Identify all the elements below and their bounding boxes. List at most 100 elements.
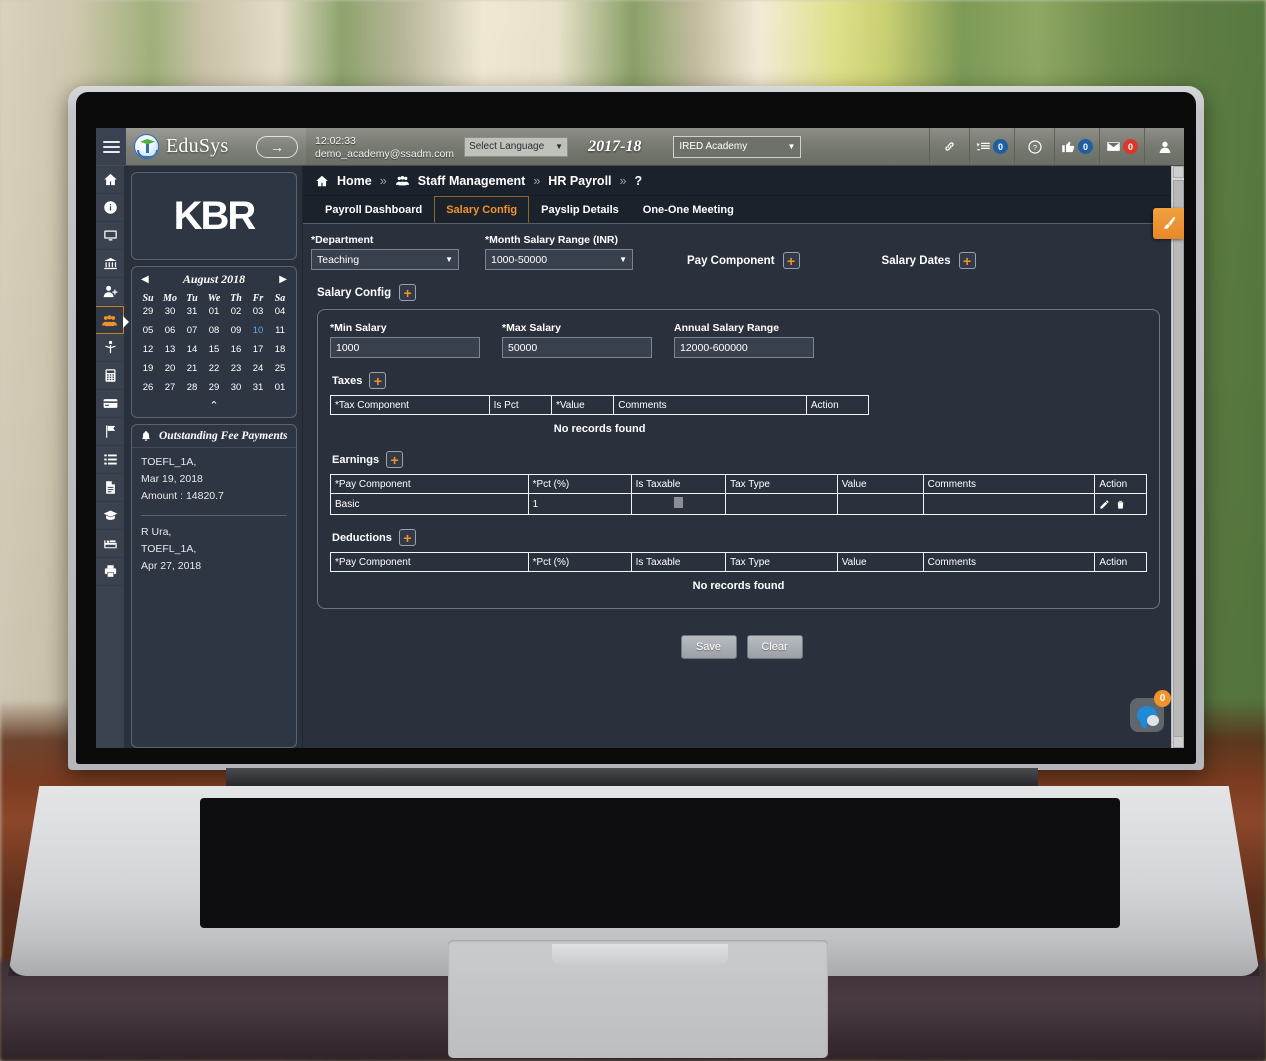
add-earning-button[interactable]: + <box>386 451 403 468</box>
calendar-day[interactable]: 17 <box>247 344 269 355</box>
sidebar-item-monitor[interactable] <box>96 222 124 250</box>
calendar-day[interactable]: 27 <box>159 382 181 393</box>
calendar-day[interactable]: 24 <box>247 363 269 374</box>
thumbs-up-icon-button[interactable]: 0 <box>1054 128 1099 165</box>
calendar-next-button[interactable]: ▶ <box>279 274 287 285</box>
month-salary-range-value: 1000-50000 <box>491 254 619 266</box>
min-salary-input[interactable] <box>330 337 480 358</box>
calendar-day[interactable]: 09 <box>225 325 247 336</box>
calendar-day[interactable]: 20 <box>159 363 181 374</box>
department-select[interactable]: Teaching ▼ <box>311 249 459 270</box>
calendar-day[interactable]: 25 <box>269 363 291 374</box>
save-button[interactable]: Save <box>681 635 737 659</box>
menu-toggle-button[interactable] <box>96 128 126 165</box>
envelope-icon-button[interactable]: 0 <box>1099 128 1144 165</box>
institution-select[interactable]: IRED Academy ▼ <box>673 136 801 158</box>
sidebar-item-list[interactable] <box>96 446 124 474</box>
calendar-day[interactable]: 30 <box>159 306 181 317</box>
tab-payslip-details[interactable]: Payslip Details <box>529 196 631 223</box>
calendar-day[interactable]: 07 <box>181 325 203 336</box>
tab-salary-config[interactable]: Salary Config <box>434 196 529 223</box>
help-icon-button[interactable]: ? <box>1014 128 1054 165</box>
sidebar-item-flag[interactable] <box>96 418 124 446</box>
calendar-day[interactable]: 31 <box>181 306 203 317</box>
table-row[interactable]: Basic1 <box>331 494 1147 515</box>
chat-button[interactable]: 0 <box>1130 698 1164 732</box>
calendar-day[interactable]: 26 <box>137 382 159 393</box>
link-icon-button[interactable] <box>929 128 969 165</box>
calendar-day[interactable]: 29 <box>137 306 159 317</box>
calendar-day[interactable]: 16 <box>225 344 247 355</box>
calendar-day[interactable]: 08 <box>203 325 225 336</box>
checkbox-icon[interactable] <box>674 497 683 508</box>
sidebar-item-info[interactable] <box>96 194 124 222</box>
calendar-day[interactable]: 15 <box>203 344 225 355</box>
add-deduction-button[interactable]: + <box>399 529 416 546</box>
calendar-day[interactable]: 02 <box>225 306 247 317</box>
add-salary-dates-button[interactable]: + <box>959 252 976 269</box>
breadcrumb-help[interactable]: ? <box>634 174 642 188</box>
scrollbar-thumb[interactable] <box>1173 180 1184 740</box>
calendar-day[interactable]: 30 <box>225 382 247 393</box>
tab-payroll-dashboard[interactable]: Payroll Dashboard <box>313 196 434 223</box>
messages-badge: 0 <box>1123 139 1138 154</box>
calendar-day[interactable]: 18 <box>269 344 291 355</box>
sidebar-item-hostel[interactable] <box>96 530 124 558</box>
calendar-day[interactable]: 21 <box>181 363 203 374</box>
calendar-day[interactable]: 10 <box>247 325 269 336</box>
breadcrumb-page[interactable]: HR Payroll <box>548 174 611 188</box>
collapse-arrow-button[interactable]: → <box>256 136 298 158</box>
add-tax-button[interactable]: + <box>369 372 386 389</box>
sidebar-item-add-user[interactable] <box>96 278 124 306</box>
sidebar-item-student[interactable] <box>96 334 124 362</box>
sidebar-item-print[interactable] <box>96 558 124 586</box>
add-pay-component-button[interactable]: + <box>783 252 800 269</box>
calendar-day[interactable]: 22 <box>203 363 225 374</box>
calendar-day[interactable]: 01 <box>203 306 225 317</box>
cell-is-taxable[interactable] <box>631 494 725 515</box>
calendar-day[interactable]: 11 <box>269 325 291 336</box>
add-salary-config-button[interactable]: + <box>399 284 416 301</box>
annual-salary-range-input[interactable] <box>674 337 814 358</box>
page-scrollbar[interactable] <box>1171 166 1184 748</box>
calendar-prev-button[interactable]: ◀ <box>141 274 149 285</box>
user-avatar-button[interactable] <box>1144 128 1184 165</box>
language-select[interactable]: Select Language ▼ <box>464 137 568 157</box>
calendar-day[interactable]: 06 <box>159 325 181 336</box>
theme-paint-button[interactable] <box>1153 208 1184 239</box>
edit-pencil-icon[interactable] <box>1099 499 1110 510</box>
breadcrumb-home[interactable]: Home <box>337 174 372 188</box>
breadcrumb-section[interactable]: Staff Management <box>418 174 526 188</box>
max-salary-input[interactable] <box>502 337 652 358</box>
calendar-day[interactable]: 29 <box>203 382 225 393</box>
sidebar-item-institution[interactable] <box>96 250 124 278</box>
sidebar-item-calculator[interactable] <box>96 362 124 390</box>
calendar-day[interactable]: 01 <box>269 382 291 393</box>
calendar-day[interactable]: 23 <box>225 363 247 374</box>
calendar-day[interactable]: 31 <box>247 382 269 393</box>
delete-trash-icon[interactable] <box>1115 499 1126 510</box>
calendar-day[interactable]: 28 <box>181 382 203 393</box>
sidebar-item-document[interactable] <box>96 474 124 502</box>
feed-icon-button[interactable]: 0 <box>969 128 1014 165</box>
calendar-collapse-button[interactable]: ⌃ <box>132 399 296 412</box>
tab-one-one-meeting[interactable]: One-One Meeting <box>631 196 746 223</box>
calendar-day[interactable]: 04 <box>269 306 291 317</box>
cell-action[interactable] <box>1095 494 1147 515</box>
sidebar-item-home[interactable] <box>96 166 124 194</box>
scroll-down-arrow[interactable] <box>1173 736 1184 748</box>
sidebar-item-card[interactable] <box>96 390 124 418</box>
sidebar-item-staff[interactable] <box>96 306 124 334</box>
calendar-dow-row: SuMoTuWeThFrSa <box>132 291 296 304</box>
calendar-day[interactable]: 14 <box>181 344 203 355</box>
clear-button[interactable]: Clear <box>747 635 803 659</box>
scroll-up-arrow[interactable] <box>1173 166 1184 178</box>
month-salary-range-select[interactable]: 1000-50000 ▼ <box>485 249 633 270</box>
calendar-day[interactable]: 05 <box>137 325 159 336</box>
sidebar-item-graduation[interactable] <box>96 502 124 530</box>
calculator-icon <box>103 368 118 383</box>
calendar-day[interactable]: 19 <box>137 363 159 374</box>
calendar-day[interactable]: 03 <box>247 306 269 317</box>
calendar-day[interactable]: 13 <box>159 344 181 355</box>
calendar-day[interactable]: 12 <box>137 344 159 355</box>
